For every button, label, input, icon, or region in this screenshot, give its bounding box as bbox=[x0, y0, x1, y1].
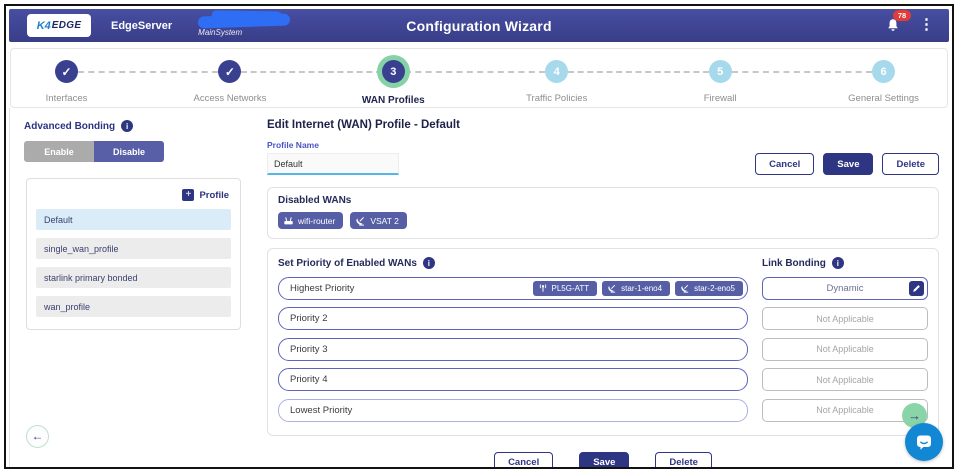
satellite-icon bbox=[680, 283, 690, 293]
notification-badge: 78 bbox=[893, 10, 911, 21]
save-button-bottom[interactable]: Save bbox=[579, 452, 629, 470]
kebab-menu-icon[interactable]: ⋮ bbox=[919, 15, 934, 35]
save-button[interactable]: Save bbox=[823, 153, 873, 175]
priority-row-label: Priority 2 bbox=[290, 313, 327, 324]
step-label: WAN Profiles bbox=[362, 95, 425, 106]
wizard-stepper: ✓ Interfaces ✓ Access Networks 3 WAN Pro… bbox=[10, 48, 948, 108]
disabled-wans-label: Disabled WANs bbox=[278, 195, 351, 206]
info-icon[interactable]: i bbox=[832, 257, 844, 269]
disable-toggle-button[interactable]: Disable bbox=[94, 141, 164, 162]
top-bar: K4 EDGE EdgeServer MainSystem Configurat… bbox=[9, 9, 949, 42]
profile-list-card: + Profile Default single_wan_profile sta… bbox=[26, 178, 241, 330]
priority-section: Set Priority of Enabled WANs i Link Bond… bbox=[267, 248, 939, 436]
profile-item-single-wan[interactable]: single_wan_profile bbox=[36, 238, 231, 259]
link-bonding-value: Not Applicable bbox=[762, 338, 928, 361]
app-window: K4 EDGE EdgeServer MainSystem Configurat… bbox=[0, 0, 958, 473]
step-number: 4 bbox=[554, 66, 560, 78]
priority-row-lowest[interactable]: Lowest Priority bbox=[278, 399, 748, 422]
chip-label: VSAT 2 bbox=[370, 216, 399, 226]
step-label: General Settings bbox=[848, 93, 919, 104]
add-profile-label: Profile bbox=[199, 190, 229, 201]
profile-name-label: Profile Name bbox=[267, 140, 399, 150]
step-number: 5 bbox=[717, 66, 723, 78]
step-label: Firewall bbox=[704, 93, 737, 104]
advanced-bonding-toggle: Enable Disable bbox=[24, 141, 164, 162]
step-general-settings[interactable]: 6 General Settings bbox=[872, 60, 895, 83]
profiles-sidebar: Advanced Bonding i Enable Disable + Prof… bbox=[9, 108, 257, 469]
step-label: Interfaces bbox=[46, 93, 88, 104]
profile-item-default[interactable]: Default bbox=[36, 209, 231, 230]
stepper-connector bbox=[568, 71, 708, 73]
advanced-bonding-label: Advanced Bonding bbox=[24, 121, 115, 132]
check-icon: ✓ bbox=[225, 65, 235, 79]
priority-row-3[interactable]: Priority 3 bbox=[278, 338, 748, 361]
profile-item-starlink-primary[interactable]: starlink primary bonded bbox=[36, 267, 231, 288]
bonding-mode-text: Dynamic bbox=[827, 283, 864, 294]
chip-label: star-1-eno4 bbox=[621, 284, 662, 293]
chat-icon bbox=[914, 432, 934, 452]
chip-label: PL5G-ATT bbox=[552, 284, 590, 293]
page-title: Configuration Wizard bbox=[9, 18, 949, 34]
disabled-wan-chip[interactable]: wifi-router bbox=[278, 212, 343, 229]
back-arrow-icon: ← bbox=[32, 429, 44, 443]
link-bonding-value: Dynamic bbox=[762, 277, 928, 300]
wan-profile-editor: Edit Internet (WAN) Profile - Default Pr… bbox=[257, 108, 949, 469]
set-priority-label: Set Priority of Enabled WANs bbox=[278, 258, 417, 269]
step-firewall[interactable]: 5 Firewall bbox=[709, 60, 732, 83]
stepper-connector bbox=[732, 71, 872, 73]
priority-row-label: Priority 4 bbox=[290, 374, 327, 385]
chat-widget-button[interactable] bbox=[905, 423, 943, 461]
link-bonding-label: Link Bonding bbox=[762, 258, 826, 269]
stepper-connector bbox=[241, 71, 381, 73]
next-arrow-icon: → bbox=[908, 408, 921, 423]
priority-row-label: Priority 3 bbox=[290, 344, 327, 355]
profile-name-input[interactable] bbox=[267, 153, 399, 175]
stepper-connector bbox=[78, 71, 218, 73]
add-profile-button[interactable]: + Profile bbox=[36, 189, 229, 201]
step-wan-profiles[interactable]: 3 WAN Profiles bbox=[382, 60, 405, 83]
wan-chip[interactable]: star-2-eno5 bbox=[675, 281, 743, 296]
pencil-icon bbox=[912, 284, 921, 293]
router-icon bbox=[283, 215, 294, 226]
window-frame: K4 EDGE EdgeServer MainSystem Configurat… bbox=[4, 4, 954, 469]
cellular-icon bbox=[538, 283, 548, 293]
info-icon[interactable]: i bbox=[423, 257, 435, 269]
step-label: Traffic Policies bbox=[526, 93, 587, 104]
plus-icon: + bbox=[182, 189, 194, 201]
priority-row-label: Highest Priority bbox=[290, 283, 354, 294]
stepper-connector bbox=[405, 71, 545, 73]
check-icon: ✓ bbox=[61, 65, 71, 79]
chip-label: star-2-eno5 bbox=[694, 284, 735, 293]
delete-button-bottom[interactable]: Delete bbox=[655, 452, 712, 470]
delete-button[interactable]: Delete bbox=[882, 153, 939, 175]
step-traffic-policies[interactable]: 4 Traffic Policies bbox=[545, 60, 568, 83]
link-bonding-value: Not Applicable bbox=[762, 307, 928, 330]
satellite-icon bbox=[607, 283, 617, 293]
wan-chip[interactable]: star-1-eno4 bbox=[602, 281, 670, 296]
link-bonding-value: Not Applicable bbox=[762, 368, 928, 391]
edit-profile-heading: Edit Internet (WAN) Profile - Default bbox=[267, 119, 939, 131]
cancel-button-bottom[interactable]: Cancel bbox=[494, 452, 553, 470]
edit-bonding-button[interactable] bbox=[909, 281, 924, 296]
disabled-wans-section: Disabled WANs wifi-router VSAT 2 bbox=[267, 187, 939, 239]
satellite-icon bbox=[355, 215, 366, 226]
notifications-button[interactable]: 78 bbox=[885, 17, 903, 35]
back-button[interactable]: ← bbox=[26, 425, 49, 448]
cancel-button[interactable]: Cancel bbox=[755, 153, 814, 175]
priority-row-label: Lowest Priority bbox=[290, 405, 352, 416]
disabled-wan-chip[interactable]: VSAT 2 bbox=[350, 212, 407, 229]
step-number: 3 bbox=[390, 66, 396, 78]
step-number: 6 bbox=[880, 66, 886, 78]
priority-row-4[interactable]: Priority 4 bbox=[278, 368, 748, 391]
enable-toggle-button[interactable]: Enable bbox=[24, 141, 94, 162]
wan-chip[interactable]: PL5G-ATT bbox=[533, 281, 598, 296]
step-interfaces[interactable]: ✓ Interfaces bbox=[55, 60, 78, 83]
priority-row-2[interactable]: Priority 2 bbox=[278, 307, 748, 330]
chip-label: wifi-router bbox=[298, 216, 335, 226]
priority-row-highest[interactable]: Highest Priority PL5G-ATT st bbox=[278, 277, 748, 300]
step-access-networks[interactable]: ✓ Access Networks bbox=[218, 60, 241, 83]
profile-item-wan-profile[interactable]: wan_profile bbox=[36, 296, 231, 317]
info-icon[interactable]: i bbox=[121, 120, 133, 132]
step-label: Access Networks bbox=[193, 93, 266, 104]
